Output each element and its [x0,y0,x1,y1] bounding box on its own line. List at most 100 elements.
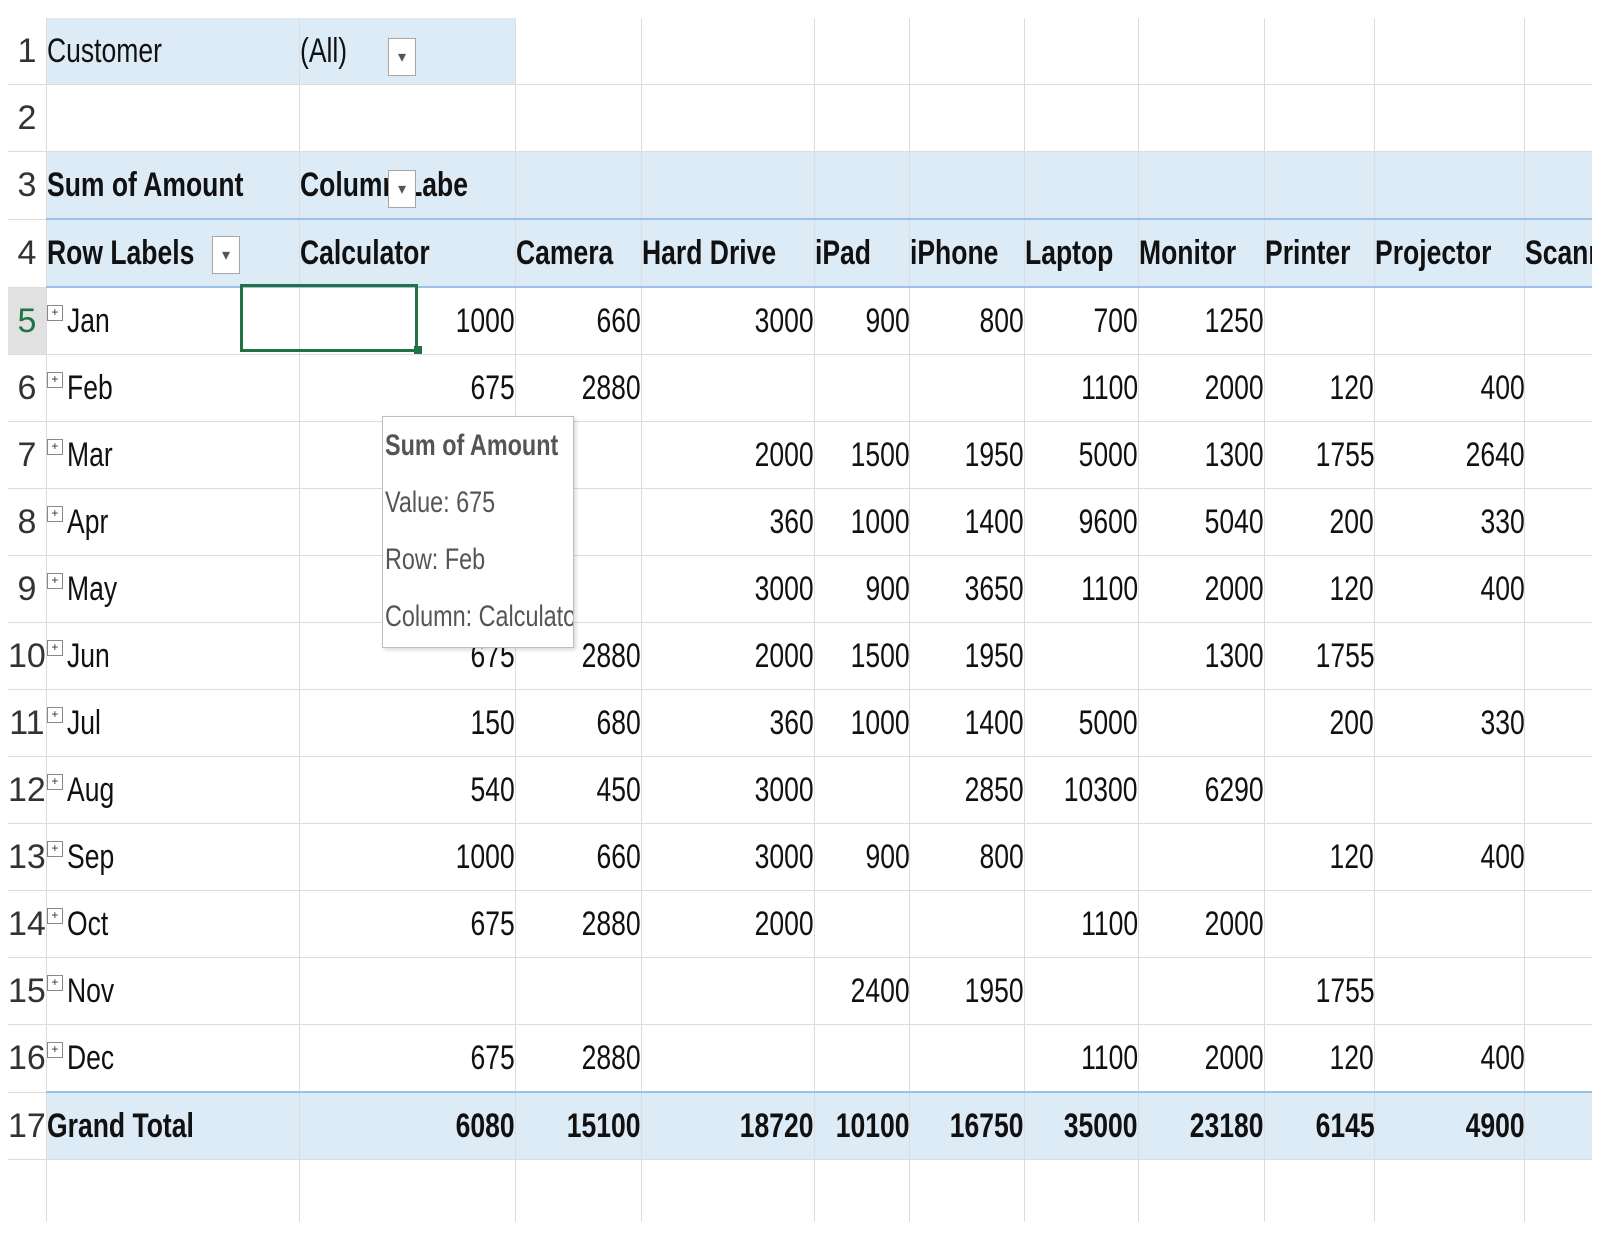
value-cell[interactable]: 300 [1524,354,1592,422]
value-cell[interactable]: 3000 [641,823,815,891]
value-cell[interactable]: 800 [909,287,1025,355]
value-cell[interactable]: 120 [1264,1024,1376,1093]
empty-cell[interactable] [641,151,815,220]
row-header[interactable]: 17 [8,1092,47,1160]
empty-cell[interactable] [1524,1159,1592,1222]
row-label-apr[interactable]: + Apr [46,488,300,556]
value-cell[interactable] [1524,957,1592,1025]
value-cell[interactable] [1138,823,1265,891]
column-header-printer[interactable]: Printer [1264,219,1376,288]
value-cell[interactable] [1024,957,1139,1025]
row-header[interactable]: 6 [8,354,47,422]
row-header[interactable]: 13 [8,823,47,891]
grand-total-value[interactable]: 15100 [515,1091,642,1160]
row-label-jun[interactable]: + Jun [46,622,300,690]
value-cell[interactable] [1374,957,1526,1025]
value-cell[interactable] [515,957,642,1025]
row-header[interactable]: 12 [8,756,47,824]
value-cell[interactable]: 360 [641,488,815,556]
value-cell[interactable]: 675 [299,354,516,422]
empty-cell[interactable] [1264,84,1376,152]
column-header-ipad[interactable]: iPad [814,219,911,288]
value-cell[interactable]: 120 [1264,354,1376,422]
row-label-sep[interactable]: + Sep [46,823,300,891]
empty-cell[interactable] [46,1159,300,1222]
grand-total-value[interactable]: 16750 [909,1091,1025,1160]
value-cell[interactable] [1374,890,1526,958]
value-cell[interactable]: 2880 [515,1024,642,1093]
value-cell[interactable]: 2400 [814,957,911,1025]
empty-cell[interactable] [1264,151,1376,220]
row-header[interactable]: 5 [8,287,47,355]
empty-cell[interactable] [1264,18,1376,85]
value-cell[interactable]: 3000 [641,287,815,355]
value-cell[interactable]: 360 [641,689,815,757]
empty-cell[interactable] [1524,18,1592,85]
value-cell[interactable]: 330 [1374,689,1526,757]
row-label-dec[interactable]: + Dec [46,1024,300,1093]
empty-cell[interactable] [909,84,1025,152]
value-cell[interactable]: 800 [909,823,1025,891]
value-cell[interactable]: 1300 [1138,421,1265,489]
value-cell[interactable]: 5000 [1024,689,1139,757]
value-cell[interactable]: 2000 [641,622,815,690]
value-cell[interactable]: 450 [515,756,642,824]
value-cell[interactable]: 120 [1264,555,1376,623]
empty-cell[interactable] [1374,151,1526,220]
empty-cell[interactable] [515,151,642,220]
row-header[interactable]: 3 [8,151,47,220]
row-header[interactable]: 7 [8,421,47,489]
value-cell[interactable]: 675 [299,1024,516,1093]
column-header-iphone[interactable]: iPhone [909,219,1025,288]
empty-cell[interactable] [909,18,1025,85]
value-cell[interactable] [1374,287,1526,355]
expand-icon[interactable]: + [46,707,63,724]
empty-cell[interactable] [641,1159,815,1222]
column-header-hard-drive[interactable]: Hard Drive [641,219,815,288]
row-labels-header[interactable]: Row Labels [46,219,300,288]
value-cell[interactable]: 2000 [641,890,815,958]
value-cell[interactable]: 400 [1374,555,1526,623]
value-cell[interactable] [1024,622,1139,690]
row-header[interactable]: 8 [8,488,47,556]
value-cell[interactable] [1264,756,1376,824]
empty-cell[interactable] [299,1159,516,1222]
value-cell[interactable]: 3000 [641,756,815,824]
value-cell[interactable] [909,890,1025,958]
expand-icon[interactable]: + [46,305,63,322]
value-cell[interactable] [299,957,516,1025]
value-cell[interactable]: 1400 [909,488,1025,556]
value-cell[interactable] [1524,622,1592,690]
value-cell[interactable]: 1000 [814,488,911,556]
customer-filter-label[interactable]: Customer [46,18,300,85]
value-cell[interactable] [909,1024,1025,1093]
grand-total-value[interactable]: 23180 [1138,1091,1265,1160]
row-header[interactable]: 11 [8,689,47,757]
value-cell[interactable] [1138,689,1265,757]
empty-cell[interactable] [1024,84,1139,152]
value-cell[interactable]: 10300 [1024,756,1139,824]
grand-total-value[interactable]: 35000 [1024,1091,1139,1160]
expand-icon[interactable]: + [46,372,63,389]
empty-cell[interactable] [515,84,642,152]
value-cell[interactable]: 400 [1374,823,1526,891]
value-cell[interactable]: 1950 [909,622,1025,690]
value-cell[interactable]: 300 [1524,555,1592,623]
value-cell[interactable] [909,354,1025,422]
value-cell[interactable]: 2640 [1374,421,1526,489]
column-header-monitor[interactable]: Monitor [1138,219,1265,288]
value-cell[interactable] [641,354,815,422]
value-cell[interactable]: 120 [1264,823,1376,891]
empty-cell[interactable] [299,84,516,152]
value-cell[interactable] [814,354,911,422]
value-cell[interactable]: 2000 [1138,555,1265,623]
empty-cell[interactable] [641,18,815,85]
empty-cell[interactable] [1024,18,1139,85]
value-cell[interactable]: 1100 [1024,555,1139,623]
value-cell[interactable]: 860 [1524,756,1592,824]
expand-icon[interactable]: + [46,506,63,523]
value-cell[interactable]: 2000 [1138,890,1265,958]
value-cell[interactable]: 1300 [1138,622,1265,690]
empty-cell[interactable] [641,84,815,152]
expand-icon[interactable]: + [46,573,63,590]
